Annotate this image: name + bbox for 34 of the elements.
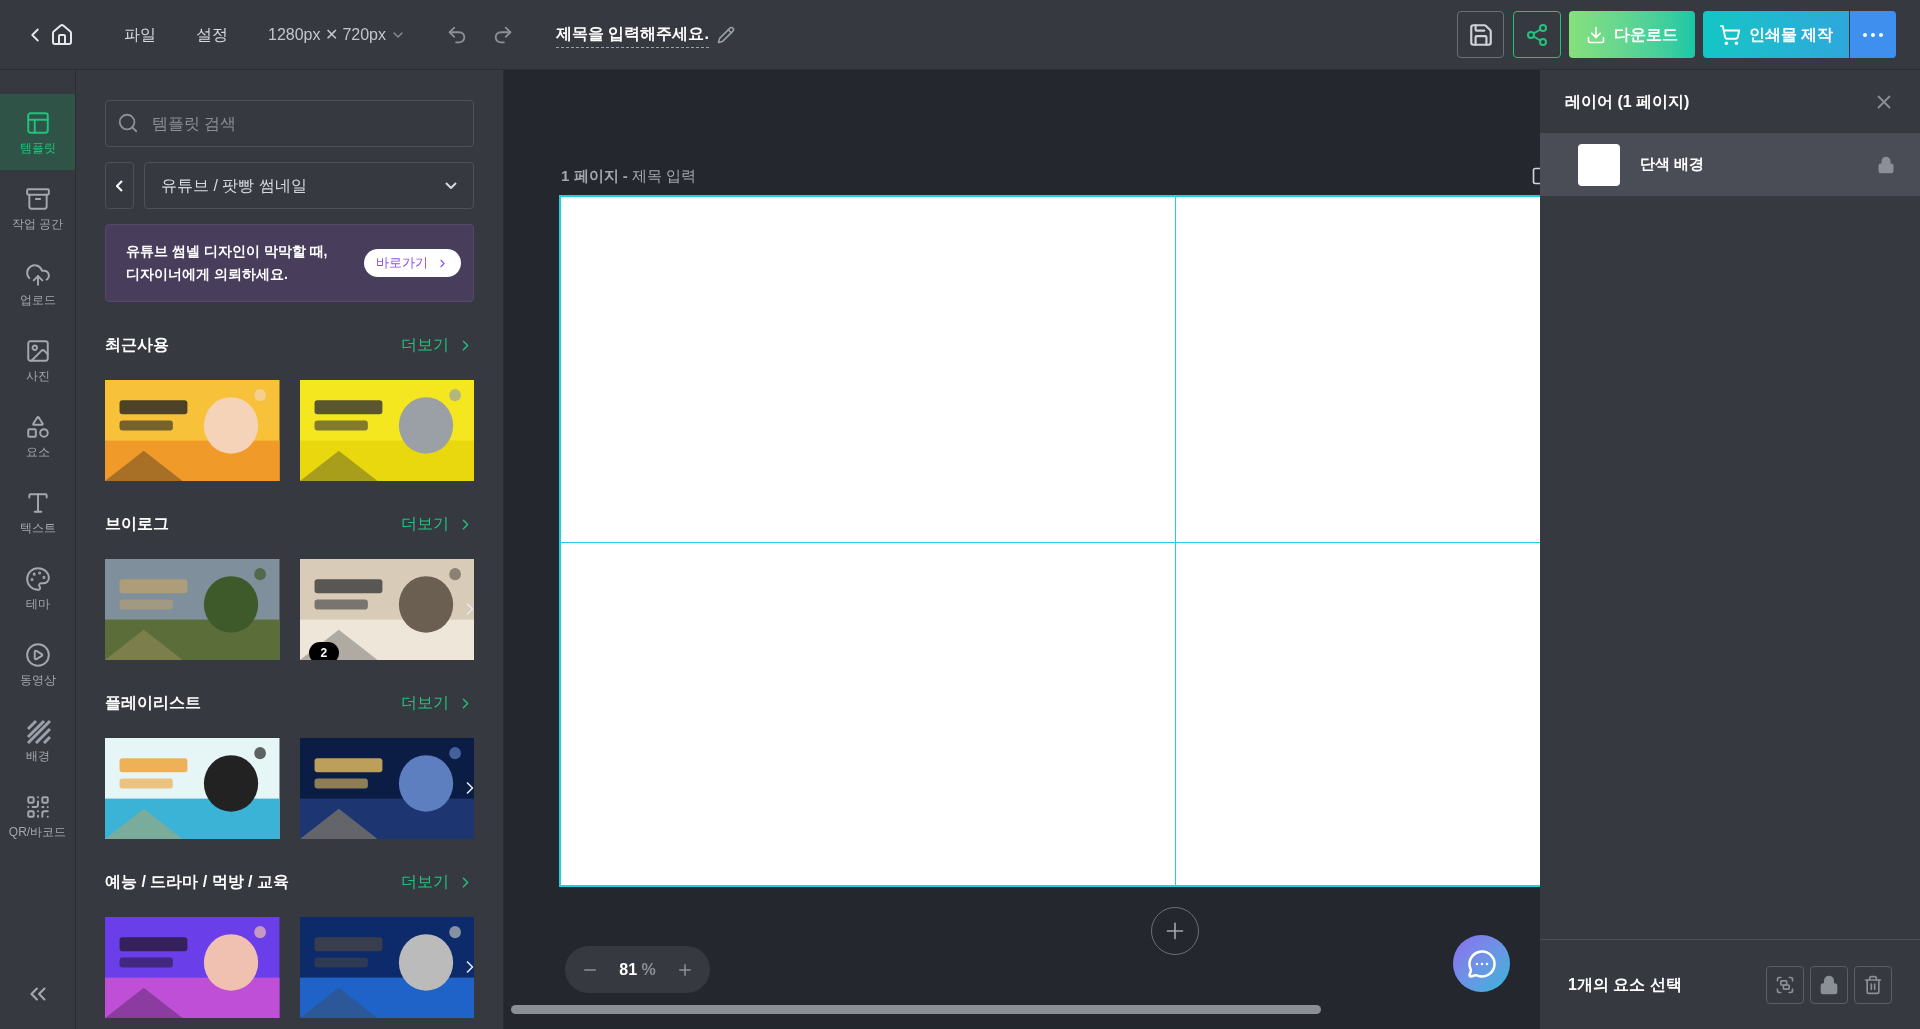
- category-dropdown[interactable]: 유튜브 / 팟빵 썸네일: [144, 162, 474, 209]
- section-title: 브이로그: [105, 514, 169, 534]
- rail-tab[interactable]: 사진: [0, 322, 75, 398]
- rail-tab[interactable]: 요소: [0, 398, 75, 474]
- selection-count: 1개의 요소 선택: [1568, 974, 1683, 995]
- rail-tab[interactable]: QR/바코드: [0, 778, 75, 854]
- layer-row[interactable]: 단색 배경: [1540, 133, 1920, 196]
- document-title[interactable]: 제목을 입력해주세요.: [556, 21, 709, 48]
- section-title: 예능 / 드라마 / 먹방 / 교육: [105, 872, 289, 892]
- canvas-size-dropdown[interactable]: 1280px ✕ 720px: [268, 22, 406, 47]
- rail-tab[interactable]: 작업 공간: [0, 170, 75, 246]
- rail-tab[interactable]: 배경: [0, 702, 75, 778]
- more-link[interactable]: 더보기: [401, 512, 474, 536]
- menu-item[interactable]: 파일: [124, 22, 156, 47]
- page-label: 1 페이지 - 제목 입력: [561, 166, 697, 186]
- search-field[interactable]: 템플릿 검색: [105, 100, 474, 147]
- print-button[interactable]: 인쇄물 제작: [1703, 11, 1849, 58]
- menu-item[interactable]: 설정: [196, 22, 228, 47]
- layer-name: 단색 배경: [1640, 154, 1706, 175]
- rail-tab[interactable]: 동영상: [0, 626, 75, 702]
- section-title: 최근사용: [105, 335, 169, 355]
- banner-text: 디자이너에게 의뢰하세요.: [126, 266, 289, 284]
- rail-tab[interactable]: 테마: [0, 550, 75, 626]
- rail-tab[interactable]: 업로드: [0, 246, 75, 322]
- section-title: 플레이리스트: [105, 693, 201, 713]
- banner-text: 유튜브 썸넬 디자인이 막막할 때,: [126, 242, 328, 260]
- rail-tab[interactable]: 텍스트: [0, 474, 75, 550]
- zoom-value: 81 %: [619, 959, 656, 980]
- more-link[interactable]: 더보기: [401, 333, 474, 357]
- panel-title: 레이어 (1 페이지): [1565, 91, 1690, 112]
- more-link[interactable]: 더보기: [401, 870, 474, 894]
- rail-tab[interactable]: 템플릿: [0, 94, 75, 170]
- shortcut-button[interactable]: 바로가기: [364, 249, 461, 277]
- more-link[interactable]: 더보기: [401, 691, 474, 715]
